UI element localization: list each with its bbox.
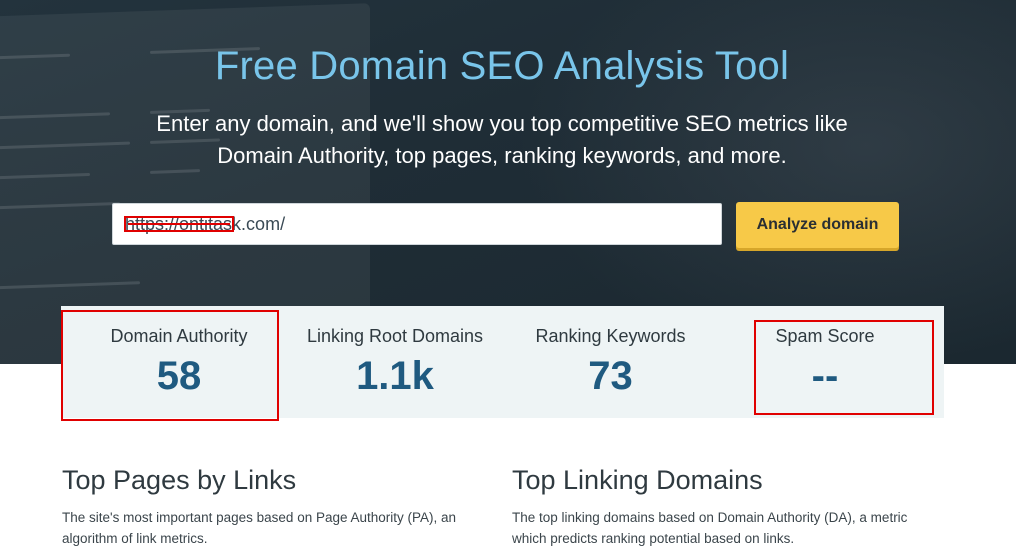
section-title-top-pages: Top Pages by Links: [62, 465, 297, 495]
annotation-box-spam-score: [754, 320, 934, 415]
metric-value: 1.1k: [356, 354, 434, 398]
section-desc-top-linking-domains: The top linking domains based on Domain …: [512, 510, 908, 546]
redaction-mark: [124, 216, 234, 232]
metric-label: Linking Root Domains: [306, 326, 484, 346]
page-subtitle: Enter any domain, and we'll show you top…: [156, 111, 848, 168]
annotation-box-domain-authority: [61, 310, 279, 421]
page-title: Free Domain SEO Analysis Tool: [214, 44, 790, 88]
metric-ranking-keywords: Ranking Keywords 73: [523, 306, 698, 418]
metric-linking-root-domains: Linking Root Domains 1.1k: [293, 306, 497, 418]
metric-value: 73: [588, 354, 633, 398]
section-desc-top-pages: The site's most important pages based on…: [62, 510, 457, 546]
metric-label: Ranking Keywords: [535, 326, 686, 346]
analyze-domain-button[interactable]: Analyze domain: [736, 202, 899, 248]
section-title-top-linking-domains: Top Linking Domains: [512, 465, 763, 495]
